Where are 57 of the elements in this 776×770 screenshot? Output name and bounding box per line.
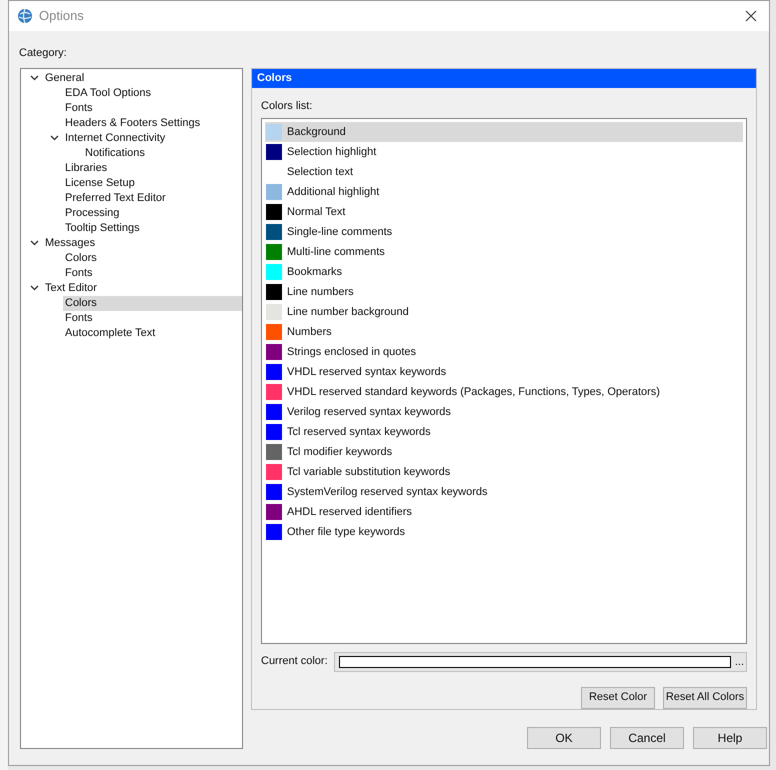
- color-list-item[interactable]: Line numbers: [265, 282, 743, 302]
- tree-item[interactable]: Colors: [63, 250, 242, 266]
- color-list-item[interactable]: Additional highlight: [265, 182, 743, 202]
- color-list-item[interactable]: Line number background: [265, 302, 743, 322]
- chevron-down-icon[interactable]: [50, 135, 58, 141]
- colors-list-label: Colors list:: [261, 100, 312, 112]
- color-list-item[interactable]: Multi-line comments: [265, 242, 743, 262]
- reset-all-colors-button[interactable]: Reset All Colors: [663, 686, 747, 708]
- color-list-item[interactable]: Tcl reserved syntax keywords: [265, 422, 743, 442]
- color-list-item[interactable]: Background: [265, 122, 743, 142]
- tree-item[interactable]: Notifications: [83, 146, 242, 160]
- color-list-item[interactable]: Strings enclosed in quotes: [265, 342, 743, 362]
- tree-item[interactable]: License Setup: [63, 176, 242, 190]
- color-list-item[interactable]: Tcl modifier keywords: [265, 442, 743, 462]
- tree-item[interactable]: Colors: [63, 296, 242, 310]
- color-list-item[interactable]: Single-line comments: [265, 222, 743, 242]
- color-list-item[interactable]: Selection text: [265, 162, 743, 182]
- dialog-button[interactable]: OK: [527, 726, 601, 748]
- tree-item[interactable]: Autocomplete Text: [63, 326, 242, 340]
- color-list-item[interactable]: AHDL reserved identifiers: [265, 502, 743, 522]
- current-color-field[interactable]: ...: [334, 652, 747, 672]
- tree-item[interactable]: Tooltip Settings: [63, 220, 242, 236]
- color-list-item[interactable]: Tcl variable substitution keywords: [265, 462, 743, 482]
- category-label: Category:: [19, 47, 67, 59]
- current-color-label: Current color:: [261, 654, 328, 670]
- reset-color-button[interactable]: Reset Color: [581, 686, 655, 708]
- tree-item[interactable]: Processing: [63, 206, 242, 220]
- panel-header: Colors: [252, 68, 756, 88]
- tree-item[interactable]: Preferred Text Editor: [63, 190, 242, 206]
- tree-item[interactable]: General: [43, 70, 242, 86]
- color-list-item[interactable]: Other file type keywords: [265, 522, 743, 542]
- color-list-item[interactable]: Bookmarks: [265, 262, 743, 282]
- chevron-down-icon[interactable]: [30, 75, 38, 81]
- tree-item[interactable]: Fonts: [63, 310, 242, 326]
- tree-item[interactable]: Text Editor: [43, 280, 242, 296]
- dialog-button[interactable]: Cancel: [610, 726, 684, 748]
- tree-item[interactable]: Messages: [43, 236, 242, 250]
- close-icon[interactable]: [745, 10, 757, 22]
- color-list-item[interactable]: VHDL reserved standard keywords (Packages, Functions, Types, Operators): [265, 382, 743, 402]
- tree-item[interactable]: Libraries: [63, 160, 242, 176]
- globe-icon: [17, 8, 33, 24]
- tree-item[interactable]: Headers & Footers Settings: [63, 116, 242, 130]
- tree-item[interactable]: Fonts: [63, 100, 242, 116]
- color-list-item[interactable]: SystemVerilog reserved syntax keywords: [265, 482, 743, 502]
- tree-item[interactable]: EDA Tool Options: [63, 86, 242, 100]
- color-list-item[interactable]: Selection highlight: [265, 142, 743, 162]
- color-list-item[interactable]: VHDL reserved syntax keywords: [265, 362, 743, 382]
- window-title: Options: [39, 7, 84, 26]
- chevron-down-icon[interactable]: [30, 285, 38, 291]
- color-list-item[interactable]: Numbers: [265, 322, 743, 342]
- tree-item[interactable]: Fonts: [63, 266, 242, 280]
- color-list-item[interactable]: Normal Text: [265, 202, 743, 222]
- chevron-down-icon[interactable]: [30, 240, 38, 246]
- browse-button[interactable]: ...: [734, 656, 744, 668]
- tree-item[interactable]: Internet Connectivity: [63, 130, 242, 146]
- color-list-item[interactable]: Verilog reserved syntax keywords: [265, 402, 743, 422]
- dialog-button[interactable]: Help: [693, 726, 767, 748]
